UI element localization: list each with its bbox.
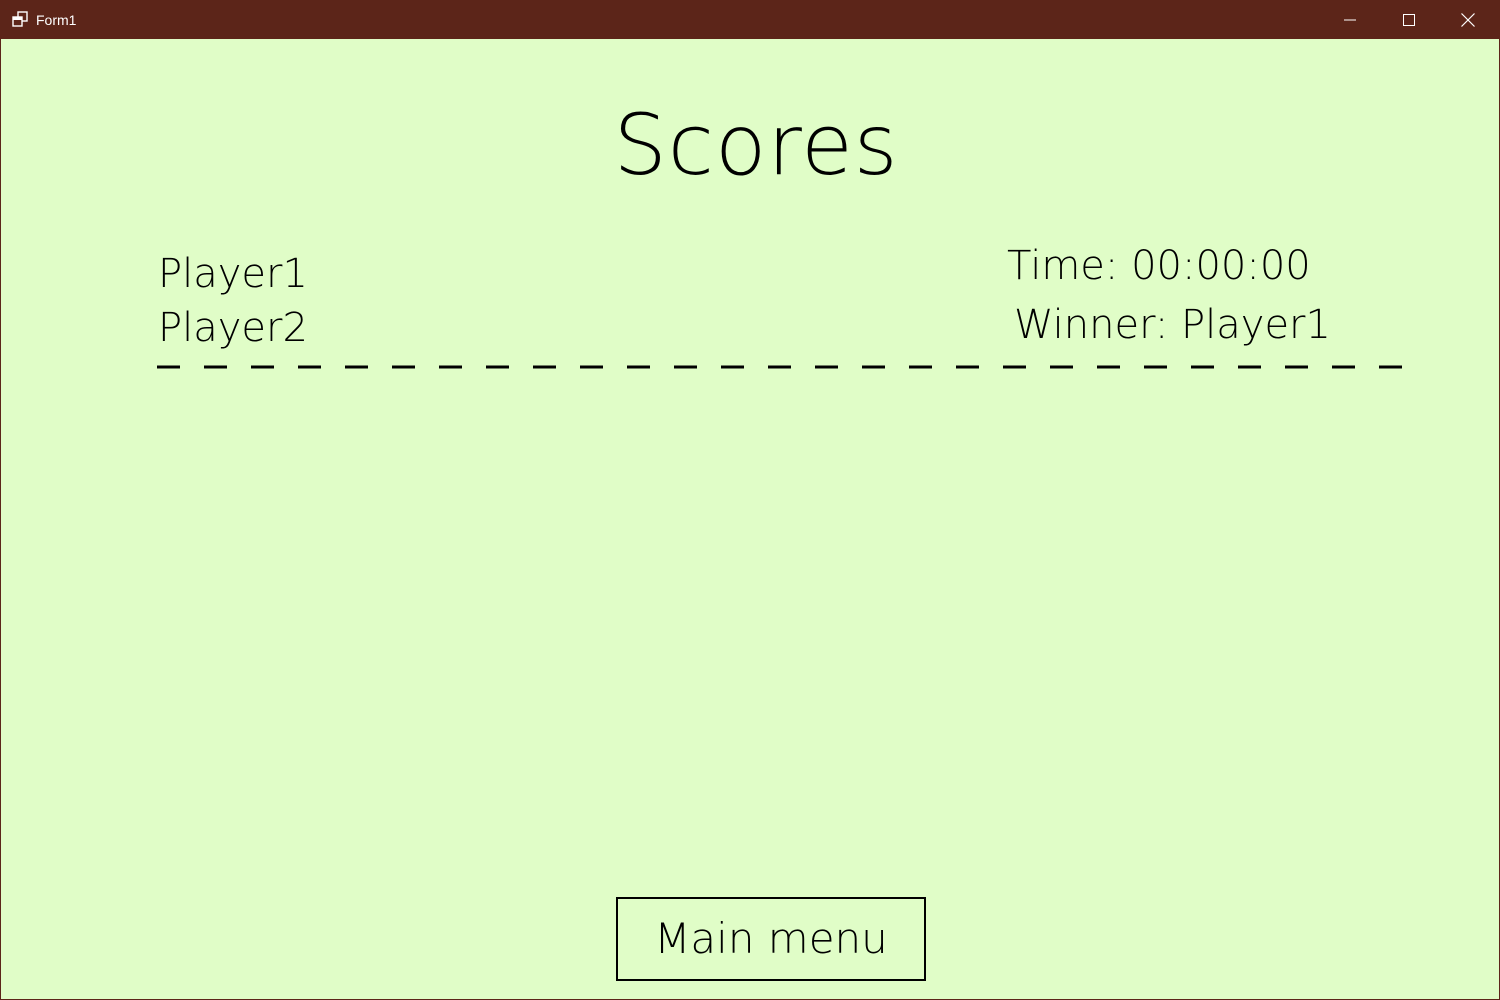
maximize-icon bbox=[1403, 14, 1415, 26]
minimize-button[interactable] bbox=[1321, 1, 1379, 39]
form1-window: Form1 Scores Player1 Player2 Time: 00:00… bbox=[0, 0, 1500, 1000]
close-icon bbox=[1461, 13, 1475, 27]
form-window-icon bbox=[12, 11, 28, 27]
winner-label: Winner: Player1 bbox=[1014, 302, 1331, 348]
window-title: Form1 bbox=[36, 12, 77, 28]
main-menu-button[interactable]: Main menu bbox=[616, 897, 926, 981]
time-label: Time: 00:00:00 bbox=[1007, 243, 1311, 289]
player2-label: Player2 bbox=[158, 305, 308, 351]
scores-title: Scores bbox=[613, 96, 899, 194]
maximize-button[interactable] bbox=[1380, 1, 1438, 39]
title-bar[interactable]: Form1 bbox=[1, 1, 1499, 39]
close-button[interactable] bbox=[1439, 1, 1497, 39]
dashed-separator bbox=[157, 365, 1409, 369]
minimize-icon bbox=[1344, 19, 1356, 21]
scores-panel: Scores Player1 Player2 Time: 00:00:00 Wi… bbox=[1, 39, 1499, 999]
player1-label: Player1 bbox=[158, 251, 308, 297]
